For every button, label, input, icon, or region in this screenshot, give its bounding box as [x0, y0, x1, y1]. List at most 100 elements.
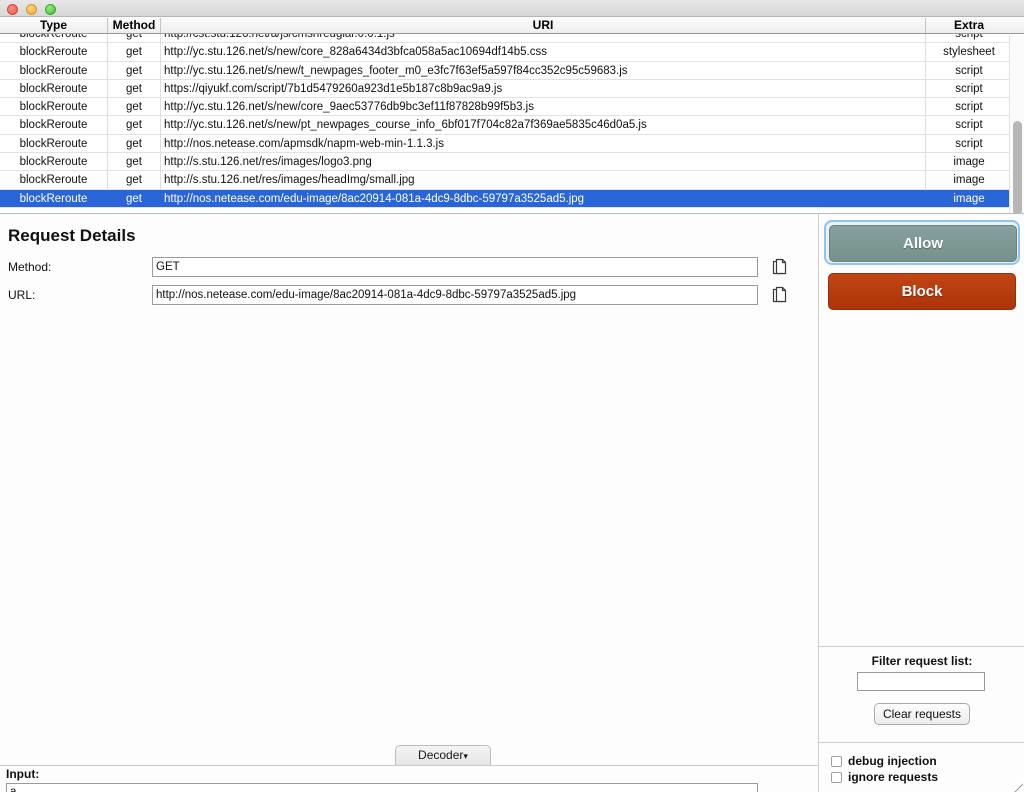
traffic-light-group [7, 4, 56, 15]
cell-uri: http://yc.stu.126.net/s/new/core_9aec537… [162, 98, 924, 116]
filter-request-input[interactable] [857, 672, 985, 691]
cell-type: blockReroute [0, 135, 107, 153]
column-divider [160, 98, 161, 115]
cell-uri: http://nos.netease.com/edu-image/8ac2091… [162, 190, 924, 208]
tab-decoder[interactable]: Decoder▾ [395, 745, 491, 765]
decoder-divider [0, 765, 818, 766]
details-pane: Request Details Method: GET URL: http://… [0, 213, 818, 792]
checkbox-ignore-requests-label: ignore requests [848, 770, 938, 784]
cell-type: blockReroute [0, 98, 107, 116]
cell-method: get [108, 62, 160, 80]
column-header-extra[interactable]: Extra [926, 17, 1012, 34]
cell-extra: image [926, 190, 1012, 208]
maximize-icon[interactable] [45, 4, 56, 15]
cell-type: blockReroute [0, 43, 107, 61]
decoder-input-label: Input: [6, 767, 39, 781]
cell-type: blockReroute [0, 116, 107, 134]
decoder-input-textarea[interactable]: a [6, 783, 758, 792]
cell-uri: http://s.stu.126.net/res/images/logo3.pn… [162, 153, 924, 171]
close-icon[interactable] [7, 4, 18, 15]
cell-type: blockReroute [0, 190, 107, 208]
url-field[interactable]: http://nos.netease.com/edu-image/8ac2091… [152, 285, 758, 305]
url-label: URL: [8, 288, 35, 302]
column-divider [160, 190, 161, 207]
checkbox-ignore-requests[interactable]: ignore requests [831, 770, 938, 784]
table-row[interactable]: blockReroutegethttp://yc.stu.126.net/s/n… [0, 116, 1024, 134]
cell-method: get [108, 171, 160, 189]
cell-method: get [108, 190, 160, 208]
column-divider [160, 43, 161, 60]
cell-method: get [108, 153, 160, 171]
column-divider [160, 62, 161, 79]
cell-extra: script [926, 135, 1012, 153]
block-button[interactable]: Block [828, 273, 1016, 310]
actions-pane: Allow Block Filter request list: Clear r… [818, 213, 1024, 792]
table-row[interactable]: blockReroutegethttps://qiyukf.com/script… [0, 80, 1024, 98]
cell-uri: https://qiyukf.com/script/7b1d5479260a92… [162, 80, 924, 98]
panel-divider [819, 742, 1024, 743]
cell-extra: image [926, 171, 1012, 189]
header-divider [160, 18, 161, 33]
copy-url-icon[interactable] [771, 285, 789, 305]
window-resize-grip-icon[interactable] [1014, 783, 1023, 792]
table-row[interactable]: blockReroutegethttp://nos.netease.com/ed… [0, 190, 1024, 208]
request-list-table: Type Method URI Extra blockReroutegethtt… [0, 17, 1024, 213]
checkbox-icon[interactable] [831, 772, 842, 783]
cell-type: blockReroute [0, 153, 107, 171]
column-header-uri[interactable]: URI [162, 17, 924, 34]
table-scrollbar-thumb[interactable] [1013, 121, 1022, 213]
checkbox-debug-injection-label: debug injection [848, 754, 937, 768]
cell-uri: http://yc.stu.126.net/s/new/pt_newpages_… [162, 116, 924, 134]
app-window: Type Method URI Extra blockReroutegethtt… [0, 0, 1024, 792]
allow-button[interactable]: Allow [829, 225, 1017, 262]
table-header-row: Type Method URI Extra [0, 17, 1024, 34]
cell-method: get [108, 34, 160, 43]
table-body: blockReroutegethttp://cst.stu.126.net/a/… [0, 34, 1024, 213]
header-divider [925, 18, 926, 33]
table-row[interactable]: blockReroutegethttp://nos.netease.com/ap… [0, 135, 1024, 153]
table-row[interactable]: blockReroutegethttp://yc.stu.126.net/s/n… [0, 43, 1024, 61]
table-scrollbar[interactable] [1009, 35, 1024, 213]
checkbox-debug-injection[interactable]: debug injection [831, 754, 937, 768]
minimize-icon[interactable] [26, 4, 37, 15]
cell-method: get [108, 98, 160, 116]
window-titlebar [0, 0, 1024, 17]
cell-uri: http://nos.netease.com/apmsdk/napm-web-m… [162, 135, 924, 153]
cell-uri: http://yc.stu.126.net/s/new/t_newpages_f… [162, 62, 924, 80]
table-row[interactable]: blockReroutegethttp://yc.stu.126.net/s/n… [0, 62, 1024, 80]
cell-method: get [108, 80, 160, 98]
column-header-method[interactable]: Method [108, 17, 160, 34]
cell-type: blockReroute [0, 80, 107, 98]
cell-method: get [108, 116, 160, 134]
table-row[interactable]: blockReroutegethttp://cst.stu.126.net/a/… [0, 34, 1024, 43]
table-row[interactable]: blockReroutegethttp://s.stu.126.net/res/… [0, 171, 1024, 189]
filter-request-list-label: Filter request list: [819, 654, 1024, 668]
header-divider [107, 18, 108, 33]
table-row[interactable]: blockReroutegethttp://s.stu.126.net/res/… [0, 153, 1024, 171]
chevron-down-icon: ▾ [463, 751, 468, 761]
cell-extra: script [926, 34, 1012, 43]
cell-method: get [108, 43, 160, 61]
clear-requests-button[interactable]: Clear requests [874, 703, 970, 725]
tab-decoder-label: Decoder [418, 748, 463, 762]
method-field[interactable]: GET [152, 257, 758, 277]
checkbox-icon[interactable] [831, 756, 842, 767]
column-divider [160, 153, 161, 170]
method-label: Method: [8, 260, 51, 274]
cell-extra: script [926, 116, 1012, 134]
cell-type: blockReroute [0, 62, 107, 80]
cell-extra: script [926, 62, 1012, 80]
cell-extra: image [926, 153, 1012, 171]
table-row[interactable]: blockReroutegethttp://yc.stu.126.net/s/n… [0, 98, 1024, 116]
column-divider [160, 135, 161, 152]
cell-extra: script [926, 80, 1012, 98]
column-divider [160, 171, 161, 188]
allow-button-focus-ring: Allow [824, 220, 1020, 265]
cell-uri: http://cst.stu.126.net/a/js/cmsnreuglar.… [162, 34, 924, 43]
cell-extra: stylesheet [926, 43, 1012, 61]
cell-type: blockReroute [0, 171, 107, 189]
column-header-type[interactable]: Type [0, 17, 107, 34]
cell-extra: script [926, 98, 1012, 116]
cell-uri: http://yc.stu.126.net/s/new/core_828a643… [162, 43, 924, 61]
copy-method-icon[interactable] [771, 257, 789, 277]
